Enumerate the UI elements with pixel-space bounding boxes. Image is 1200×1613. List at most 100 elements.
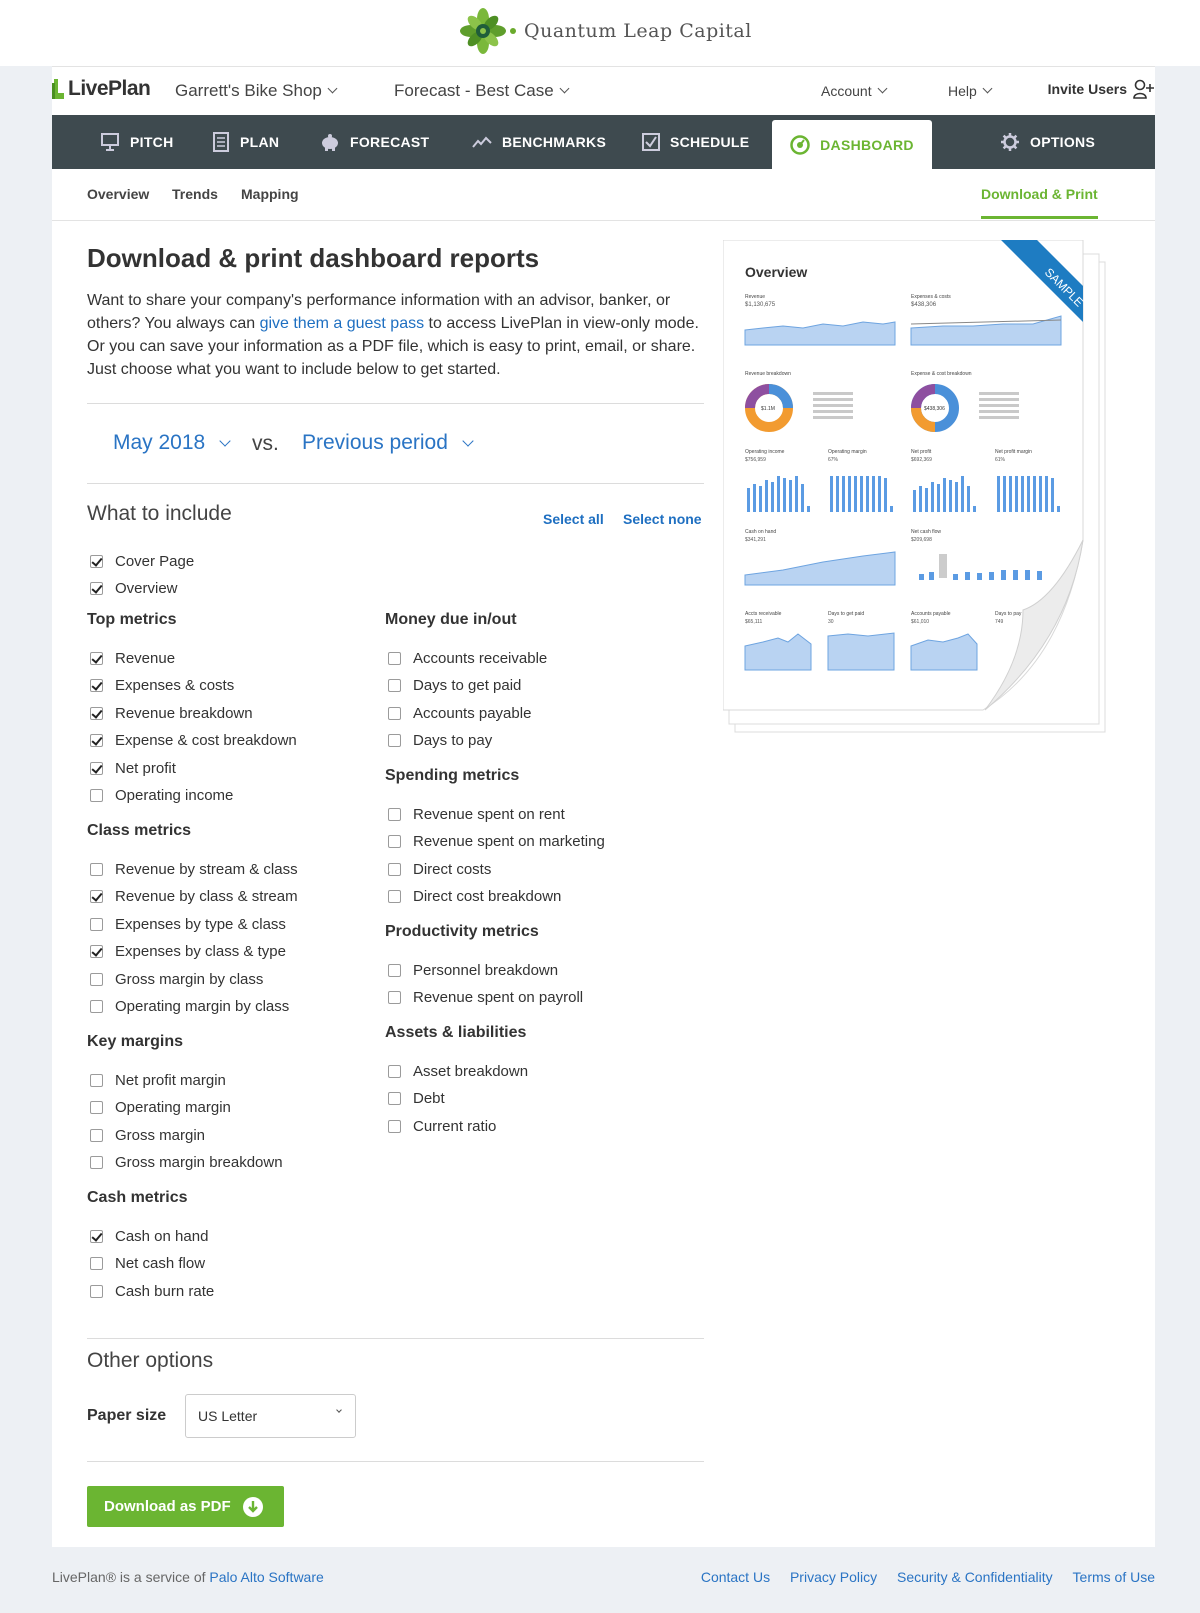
checkbox-item[interactable]: Debt [388,1089,445,1109]
liveplan-logo[interactable]: LivePlan [52,77,151,101]
checkbox-item[interactable]: Personnel breakdown [388,960,558,980]
privacy-policy-link[interactable]: Privacy Policy [790,1569,877,1585]
checkbox-item[interactable]: Operating margin by class [90,997,289,1017]
checkbox-unchecked[interactable] [388,991,401,1004]
checkbox-item[interactable]: Expense & cost breakdown [90,731,297,751]
checkbox-checked[interactable] [90,734,103,747]
checkbox-item[interactable]: Revenue spent on payroll [388,988,583,1008]
checkbox-unchecked[interactable] [388,963,401,977]
tab-dashboard[interactable]: DASHBOARD [772,120,932,169]
checkbox-item[interactable]: Overview [90,579,178,599]
checkbox-unchecked[interactable] [388,679,401,692]
checkbox-unchecked[interactable] [388,862,401,876]
compare-dropdown[interactable]: Previous period [302,431,474,455]
help-menu[interactable]: Help [948,83,993,99]
security-link[interactable]: Security & Confidentiality [897,1569,1053,1585]
checkbox-checked[interactable] [90,945,103,958]
checkbox-unchecked[interactable] [90,1000,103,1013]
checkbox-item[interactable]: Revenue by stream & class [90,859,298,879]
checkbox-unchecked[interactable] [388,890,401,903]
checkbox-item[interactable]: Cover Page [90,551,194,571]
tab-schedule[interactable]: SCHEDULE [642,115,749,169]
checkbox-unchecked[interactable] [388,807,401,821]
checkbox-unchecked[interactable] [90,1257,103,1270]
checkbox-item[interactable]: Revenue [90,648,175,668]
select-all-link[interactable]: Select all [543,511,604,527]
select-none-link[interactable]: Select none [623,511,702,527]
contact-us-link[interactable]: Contact Us [701,1569,770,1585]
tab-pitch[interactable]: PITCH [100,115,174,169]
checkbox-item[interactable]: Revenue spent on marketing [388,832,605,852]
checkbox-item[interactable]: Expenses by class & type [90,942,286,962]
terms-of-use-link[interactable]: Terms of Use [1073,1569,1155,1585]
checkbox-item[interactable]: Current ratio [388,1116,496,1136]
checkbox-item[interactable]: Revenue spent on rent [388,804,565,824]
checkbox-checked[interactable] [90,761,103,775]
checkbox-item[interactable]: Days to get paid [388,676,521,696]
checkbox-checked[interactable] [90,679,103,692]
checkbox-unchecked[interactable] [90,1156,103,1169]
checkbox-unchecked[interactable] [90,1128,103,1142]
checkbox-unchecked[interactable] [388,706,401,720]
checkbox-item[interactable]: Revenue by class & stream [90,887,298,907]
checkbox-item[interactable]: Cash on hand [90,1226,208,1246]
subtab-mapping[interactable]: Mapping [241,186,299,202]
checkbox-item[interactable]: Direct cost breakdown [388,887,561,907]
checkbox-item[interactable]: Asset breakdown [388,1061,528,1081]
checkbox-unchecked[interactable] [90,917,103,931]
download-pdf-button[interactable]: Download as PDF [87,1486,284,1527]
subtab-overview[interactable]: Overview [87,186,149,202]
checkbox-item[interactable]: Gross margin [90,1125,205,1145]
checkbox-item[interactable]: Expenses & costs [90,676,234,696]
checkbox-checked[interactable] [90,554,103,568]
tab-benchmarks[interactable]: BENCHMARKS [472,115,606,169]
checkbox-item[interactable]: Gross margin breakdown [90,1153,283,1173]
checkbox-item[interactable]: Gross margin by class [90,969,263,989]
checkbox-unchecked[interactable] [90,789,103,802]
checkbox-unchecked[interactable] [388,651,401,665]
checkbox-item[interactable]: Direct costs [388,859,491,879]
checkbox-item[interactable]: Operating income [90,786,233,806]
checkbox-unchecked[interactable] [90,1073,103,1087]
checkbox-unchecked[interactable] [388,1119,401,1133]
checkbox-unchecked[interactable] [388,734,401,747]
checkbox-checked[interactable] [90,1229,103,1243]
checkbox-checked[interactable] [90,706,103,720]
checkbox-checked[interactable] [90,651,103,665]
checkbox-item[interactable]: Accounts receivable [388,648,547,668]
checkbox-unchecked[interactable] [90,862,103,876]
chevron-down-icon [327,83,338,94]
checkbox-item[interactable]: Net profit [90,758,176,778]
checkbox-item[interactable]: Net profit margin [90,1070,226,1090]
paper-size-select[interactable]: US Letter [185,1394,356,1438]
checkbox-unchecked[interactable] [90,972,103,986]
checkbox-item[interactable]: Accounts payable [388,703,531,723]
checkbox-item[interactable]: Net cash flow [90,1254,205,1274]
checkbox-unchecked[interactable] [90,1101,103,1114]
checkbox-item[interactable]: Expenses by type & class [90,914,286,934]
checkbox-unchecked[interactable] [388,835,401,848]
company-dropdown[interactable]: Garrett's Bike Shop [175,81,338,101]
checkbox-item[interactable]: Revenue breakdown [90,703,253,723]
checkbox-checked[interactable] [90,890,103,903]
checkbox-unchecked[interactable] [388,1064,401,1078]
subtab-download-print[interactable]: Download & Print [981,186,1098,219]
tab-options[interactable]: OPTIONS [1000,115,1095,169]
account-label: Account [821,83,872,99]
checkbox-checked[interactable] [90,582,103,595]
checkbox-unchecked[interactable] [388,1092,401,1105]
checkbox-item[interactable]: Operating margin [90,1098,231,1118]
forecast-dropdown[interactable]: Forecast - Best Case [394,81,570,101]
checkbox-item[interactable]: Days to pay [388,731,492,751]
subtab-trends[interactable]: Trends [172,186,218,202]
guest-pass-link[interactable]: give them a guest pass [260,315,425,332]
tab-plan[interactable]: PLAN [212,115,279,169]
checkbox-label: Current ratio [413,1117,497,1135]
period-dropdown[interactable]: May 2018 [113,431,231,455]
account-menu[interactable]: Account [821,83,888,99]
invite-users-button[interactable]: Invite Users [1048,79,1155,99]
tab-forecast[interactable]: FORECAST [320,115,429,169]
checkbox-item[interactable]: Cash burn rate [90,1281,214,1301]
checkbox-unchecked[interactable] [90,1284,103,1298]
palo-alto-link[interactable]: Palo Alto Software [209,1569,323,1585]
